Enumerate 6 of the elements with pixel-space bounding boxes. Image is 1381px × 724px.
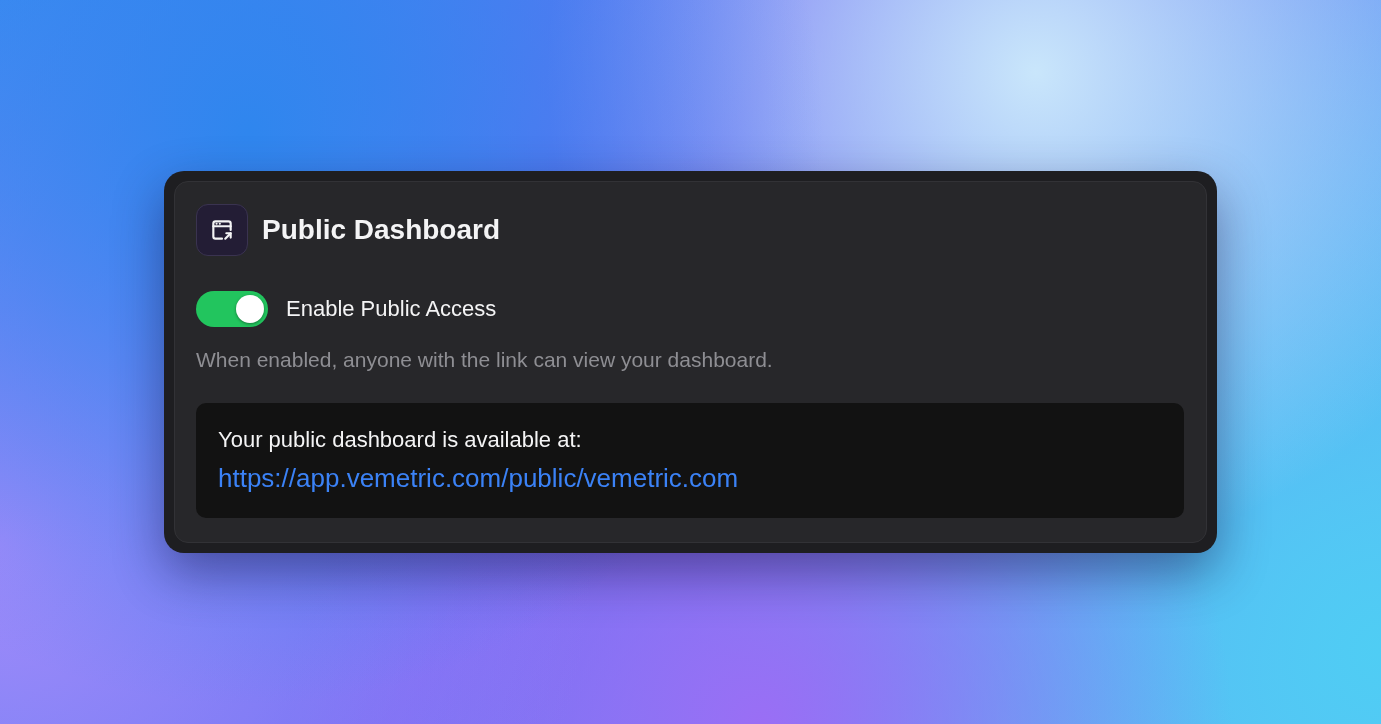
availability-text: Your public dashboard is available at: [218,429,583,452]
panel-title: Public Dashboard [262,215,501,244]
toggle-label: Enable Public Access [286,297,497,320]
public-dashboard-link[interactable]: https://app.vemetric.com/public/vemetric.com [218,465,739,492]
description-text: When enabled, anyone with the link can view your dashboard. [196,346,774,373]
toggle-switch[interactable] [196,290,268,327]
